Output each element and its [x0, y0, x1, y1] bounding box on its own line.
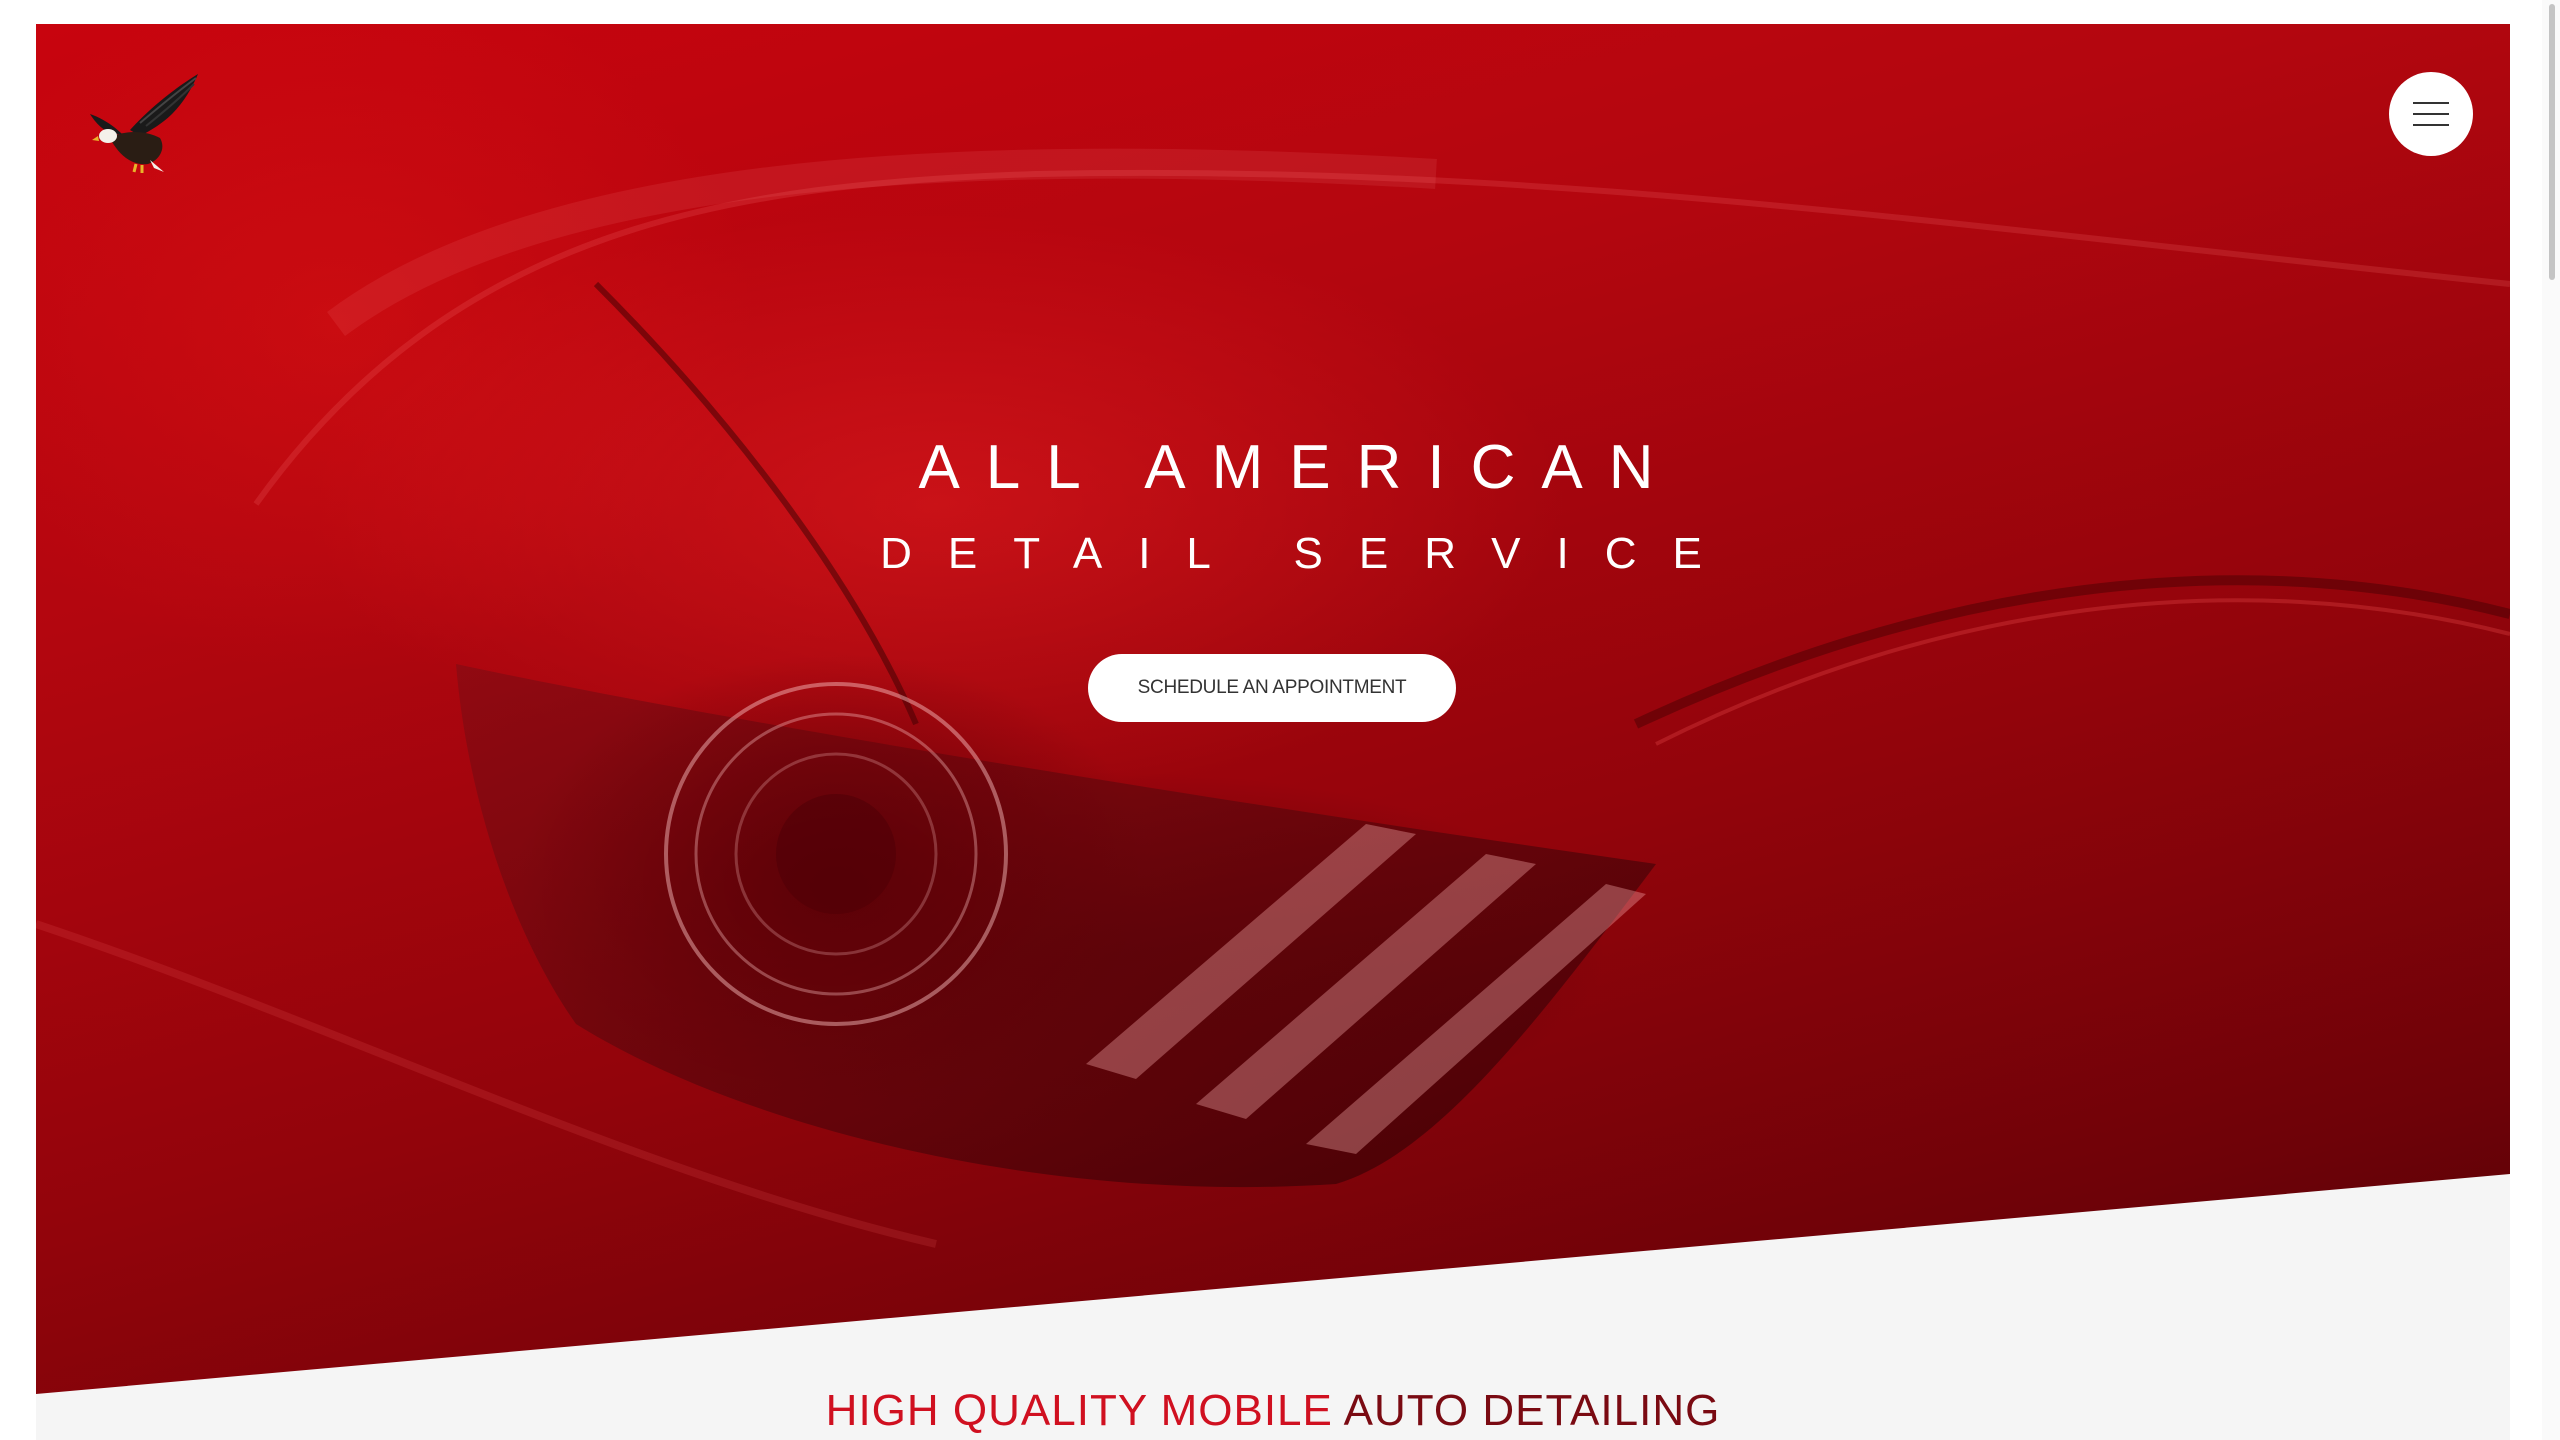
- hero-title-line1: ALL AMERICAN: [918, 433, 1680, 502]
- page-scrollbar[interactable]: [2542, 0, 2560, 1440]
- page: ALL AMERICAN DETAIL SERVICE SCHEDULE AN …: [36, 24, 2510, 1440]
- menu-button[interactable]: [2389, 72, 2473, 156]
- section-title: HIGH QUALITY MOBILE AUTO DETAILING: [36, 1386, 2510, 1436]
- scrollbar-thumb[interactable]: [2549, 4, 2555, 280]
- eagle-logo-icon[interactable]: [80, 68, 210, 178]
- schedule-appointment-button[interactable]: SCHEDULE AN APPOINTMENT: [1088, 654, 1456, 722]
- hero-title-line2: DETAIL SERVICE: [880, 529, 1738, 578]
- section-title-part2: AUTO DETAILING: [1343, 1386, 1721, 1435]
- section-title-part1: HIGH QUALITY MOBILE: [825, 1386, 1333, 1435]
